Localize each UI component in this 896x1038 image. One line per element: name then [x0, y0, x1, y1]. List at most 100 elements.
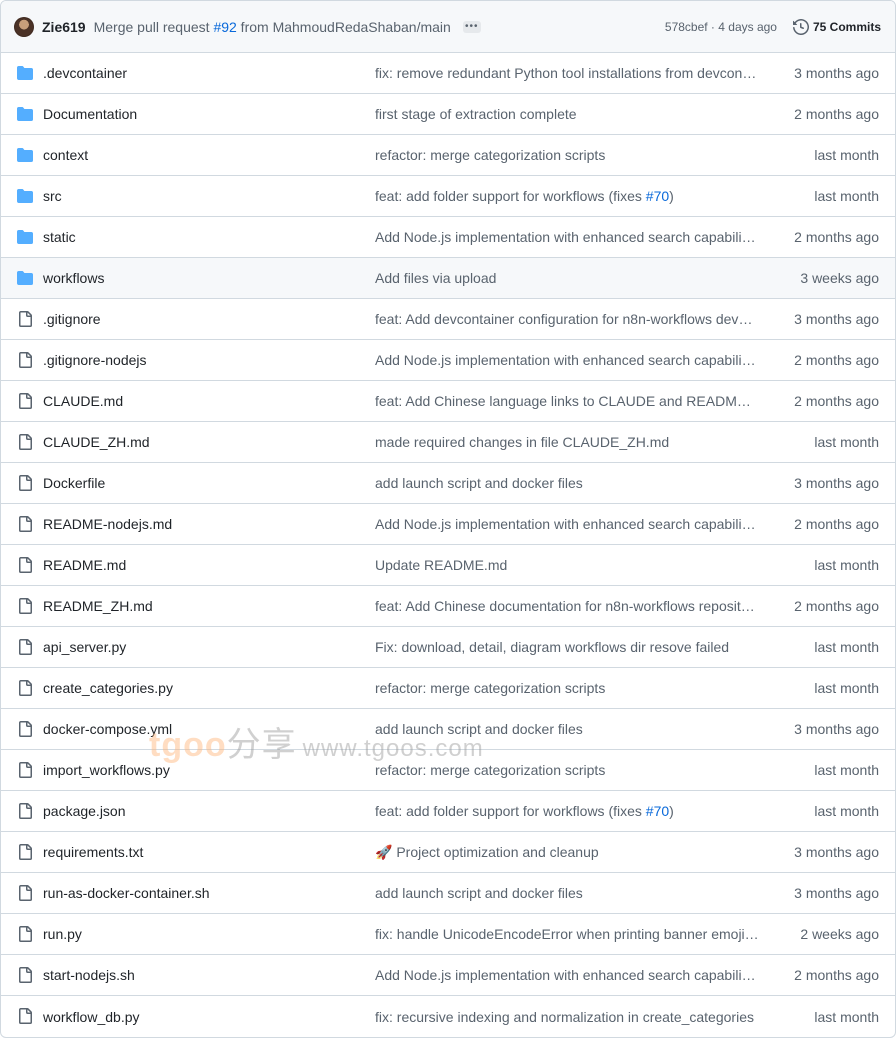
file-row[interactable]: CLAUDE.md feat: Add Chinese language link… [1, 381, 895, 422]
commit-message-link[interactable]: Add Node.js implementation with enhanced… [375, 516, 759, 532]
commit-message-link[interactable]: feat: Add devcontainer configuration for… [375, 311, 759, 327]
file-row[interactable]: .devcontainer fix: remove redundant Pytho… [1, 53, 895, 94]
file-name-link[interactable]: docker-compose.yml [43, 721, 172, 737]
file-name-link[interactable]: run-as-docker-container.sh [43, 885, 210, 901]
commit-date[interactable]: 3 months ago [794, 65, 879, 81]
file-row[interactable]: requirements.txt 🚀 Project optimization a… [1, 832, 895, 873]
file-name-link[interactable]: Documentation [43, 106, 137, 122]
commit-date[interactable]: 2 months ago [794, 598, 879, 614]
file-row[interactable]: docker-compose.yml add launch script and … [1, 709, 895, 750]
commit-date[interactable]: last month [814, 147, 879, 163]
commit-message-link[interactable]: Add Node.js implementation with enhanced… [375, 352, 759, 368]
commit-message-link[interactable]: feat: Add Chinese documentation for n8n-… [375, 598, 759, 614]
file-row[interactable]: workflows Add files via upload 3 weeks ago [1, 258, 895, 299]
file-row[interactable]: static Add Node.js implementation with en… [1, 217, 895, 258]
file-row[interactable]: CLAUDE_ZH.md made required changes in fil… [1, 422, 895, 463]
commit-message-link[interactable]: Fix: download, detail, diagram workflows… [375, 639, 759, 655]
commit-message-link[interactable]: made required changes in file CLAUDE_ZH.… [375, 434, 759, 450]
commit-date[interactable]: 3 months ago [794, 844, 879, 860]
commit-sha-date[interactable]: 578cbef · 4 days ago [665, 20, 777, 34]
file-name-link[interactable]: run.py [43, 926, 82, 942]
file-row[interactable]: package.json feat: add folder support for… [1, 791, 895, 832]
file-name-link[interactable]: README_ZH.md [43, 598, 153, 614]
commit-message-link[interactable]: feat: add folder support for workflows (… [375, 803, 759, 819]
commits-history-link[interactable]: 75 Commits [792, 18, 881, 35]
file-row[interactable]: README_ZH.md feat: Add Chinese documentat… [1, 586, 895, 627]
file-row[interactable]: Documentation first stage of extraction c… [1, 94, 895, 135]
file-name-link[interactable]: src [43, 188, 62, 204]
file-row[interactable]: import_workflows.py refactor: merge categ… [1, 750, 895, 791]
file-name-link[interactable]: requirements.txt [43, 844, 143, 860]
file-name-link[interactable]: import_workflows.py [43, 762, 170, 778]
file-row[interactable]: context refactor: merge categorization sc… [1, 135, 895, 176]
commit-message-link[interactable]: fix: remove redundant Python tool instal… [375, 65, 759, 81]
file-name-link[interactable]: README.md [43, 557, 126, 573]
commit-date[interactable]: last month [814, 680, 879, 696]
file-name-link[interactable]: .gitignore [43, 311, 101, 327]
file-name-link[interactable]: api_server.py [43, 639, 126, 655]
file-name-link[interactable]: README-nodejs.md [43, 516, 172, 532]
commit-date[interactable]: 2 weeks ago [800, 926, 879, 942]
file-name-link[interactable]: Dockerfile [43, 475, 105, 491]
file-name-link[interactable]: workflow_db.py [43, 1009, 140, 1025]
file-name-link[interactable]: CLAUDE.md [43, 393, 123, 409]
commit-date[interactable]: last month [814, 639, 879, 655]
commit-message-link[interactable]: first stage of extraction complete [375, 106, 759, 122]
commit-author-link[interactable]: Zie619 [42, 19, 86, 35]
commit-message-link[interactable]: refactor: merge categorization scripts [375, 762, 759, 778]
author-avatar[interactable] [14, 16, 34, 37]
commit-date[interactable]: last month [814, 188, 879, 204]
commit-date[interactable]: last month [814, 762, 879, 778]
file-row[interactable]: run.py fix: handle UnicodeEncodeError whe… [1, 914, 895, 955]
file-row[interactable]: create_categories.py refactor: merge cate… [1, 668, 895, 709]
commit-message-link[interactable]: 🚀 Project optimization and cleanup [375, 844, 759, 861]
commit-message-link[interactable]: add launch script and docker files [375, 475, 759, 491]
commit-message-link[interactable]: refactor: merge categorization scripts [375, 680, 759, 696]
commit-message-link[interactable]: add launch script and docker files [375, 721, 759, 737]
commit-message-link[interactable]: Update README.md [375, 557, 759, 573]
commit-date[interactable]: 2 months ago [794, 352, 879, 368]
file-name-link[interactable]: package.json [43, 803, 126, 819]
file-row[interactable]: workflow_db.py fix: recursive indexing an… [1, 996, 895, 1037]
commit-date[interactable]: last month [814, 803, 879, 819]
file-name-link[interactable]: .gitignore-nodejs [43, 352, 147, 368]
commit-message[interactable]: Merge pull request #92 from MahmoudRedaS… [94, 19, 451, 35]
commit-message-link[interactable]: Add Node.js implementation with enhanced… [375, 229, 759, 245]
commit-date[interactable]: 2 months ago [794, 106, 879, 122]
pr-link[interactable]: #92 [213, 19, 236, 35]
expand-commit-button[interactable]: ••• [462, 20, 481, 33]
file-row[interactable]: api_server.py Fix: download, detail, diag… [1, 627, 895, 668]
commit-date[interactable]: last month [814, 1009, 879, 1025]
commit-date[interactable]: 2 months ago [794, 229, 879, 245]
file-name-link[interactable]: context [43, 147, 88, 163]
commit-message-link[interactable]: Add Node.js implementation with enhanced… [375, 967, 759, 983]
commit-date[interactable]: 3 months ago [794, 311, 879, 327]
commit-message-link[interactable]: fix: recursive indexing and normalizatio… [375, 1009, 759, 1025]
commit-message-link[interactable]: add launch script and docker files [375, 885, 759, 901]
file-row[interactable]: run-as-docker-container.sh add launch scr… [1, 873, 895, 914]
commit-date[interactable]: 2 months ago [794, 516, 879, 532]
commit-date[interactable]: last month [814, 557, 879, 573]
issue-link[interactable]: #70 [646, 188, 669, 204]
commit-date[interactable]: last month [814, 434, 879, 450]
file-name-link[interactable]: .devcontainer [43, 65, 127, 81]
commit-date[interactable]: 2 months ago [794, 393, 879, 409]
issue-link[interactable]: #70 [646, 803, 669, 819]
file-name-link[interactable]: start-nodejs.sh [43, 967, 135, 983]
file-row[interactable]: Dockerfile add launch script and docker f… [1, 463, 895, 504]
file-name-link[interactable]: create_categories.py [43, 680, 173, 696]
commit-message-link[interactable]: fix: handle UnicodeEncodeError when prin… [375, 926, 759, 942]
file-row[interactable]: start-nodejs.sh Add Node.js implementatio… [1, 955, 895, 996]
commit-date[interactable]: 3 months ago [794, 475, 879, 491]
commit-date[interactable]: 3 weeks ago [800, 270, 879, 286]
commit-date[interactable]: 3 months ago [794, 721, 879, 737]
commit-message-link[interactable]: feat: Add Chinese language links to CLAU… [375, 393, 759, 409]
file-row[interactable]: src feat: add folder support for workflow… [1, 176, 895, 217]
file-name-link[interactable]: CLAUDE_ZH.md [43, 434, 150, 450]
commit-date[interactable]: 2 months ago [794, 967, 879, 983]
file-name-link[interactable]: workflows [43, 270, 104, 286]
commit-message-link[interactable]: Add files via upload [375, 270, 759, 286]
commit-message-link[interactable]: feat: add folder support for workflows (… [375, 188, 759, 204]
file-row[interactable]: .gitignore feat: Add devcontainer configu… [1, 299, 895, 340]
commit-message-link[interactable]: refactor: merge categorization scripts [375, 147, 759, 163]
